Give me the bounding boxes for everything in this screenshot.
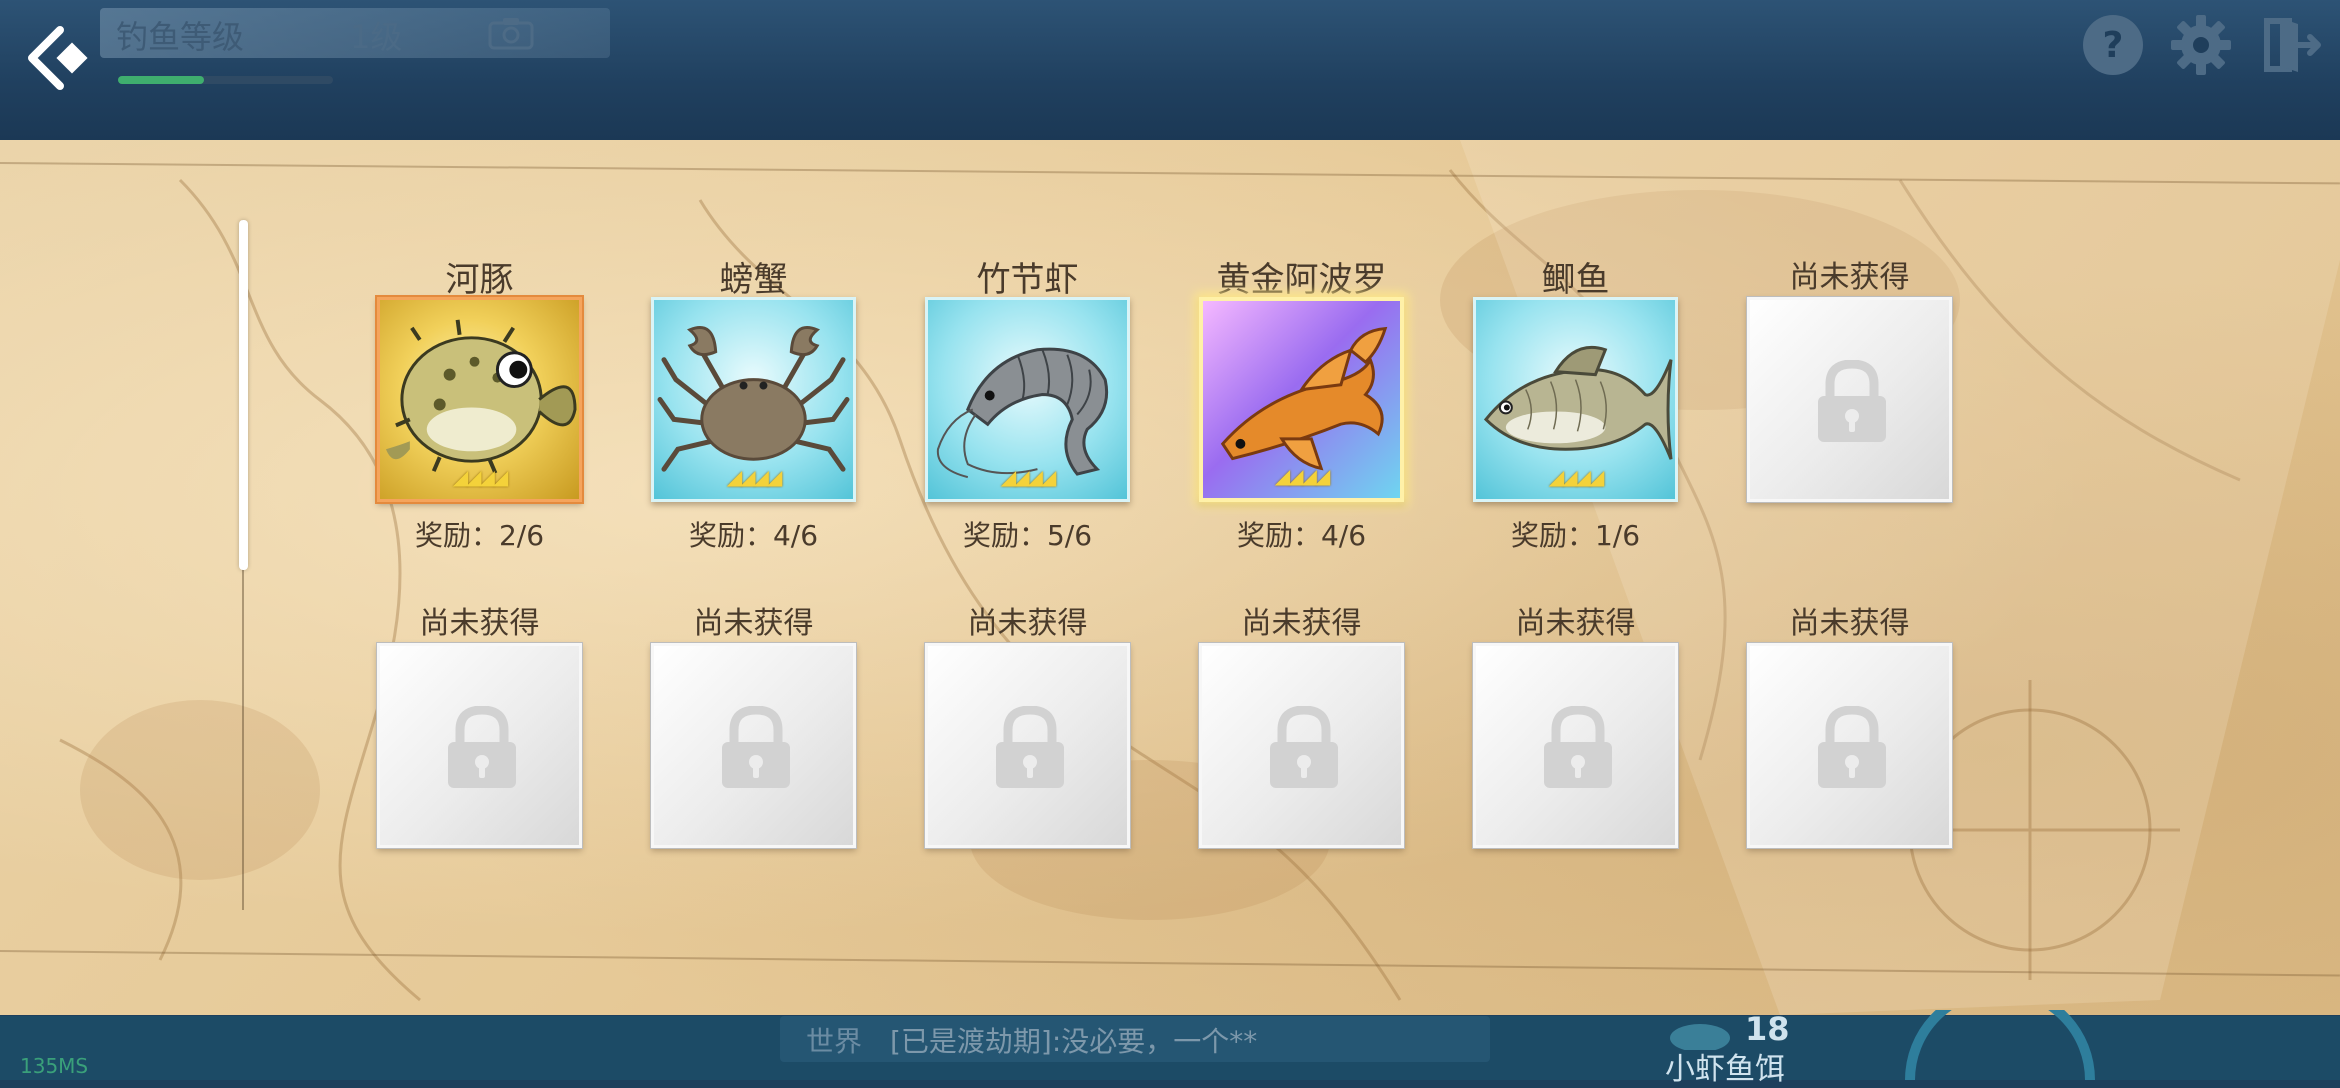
fishing-level-label: 钓鱼等级 xyxy=(116,18,245,56)
exit-icon[interactable] xyxy=(2258,12,2324,78)
scrollbar-thumb[interactable] xyxy=(239,220,248,570)
fish-name: 尚未获得 xyxy=(693,606,814,641)
fish-name: 河豚 xyxy=(445,260,514,300)
reward-progress: 奖励：4/6 xyxy=(688,519,819,552)
rarity-stars: ◢◢◢◢ xyxy=(1274,464,1331,488)
reward-progress: 奖励：2/6 xyxy=(414,519,545,552)
fish-portrait[interactable]: ◢◢◢◢ xyxy=(1473,297,1678,502)
bait-name[interactable]: 小虾鱼饵 xyxy=(1665,1044,1785,1088)
locked-slot[interactable] xyxy=(651,643,856,848)
fish-portrait[interactable]: ◢◢◢◢ xyxy=(651,297,856,502)
fish-name: 尚未获得 xyxy=(1789,260,1910,295)
reward-progress: 奖励：5/6 xyxy=(962,519,1093,552)
rarity-stars: ◢◢◢◢ xyxy=(726,465,783,489)
lock-icon xyxy=(1818,360,1886,442)
lock-icon xyxy=(1544,706,1612,788)
rarity-stars: ◢◢◢◢ xyxy=(1548,465,1605,489)
lock-icon xyxy=(1270,706,1338,788)
chat-channel-label: 世界 xyxy=(806,1025,863,1058)
fish-name: 竹节虾 xyxy=(976,260,1079,300)
fish-portrait[interactable]: ◢◢◢◢ xyxy=(1199,297,1404,502)
fish-name: 尚未获得 xyxy=(1515,606,1636,641)
fish-name: 尚未获得 xyxy=(1789,606,1910,641)
chat-message: [已是渡劫期]:没必要，一个** xyxy=(890,1025,1258,1058)
back-diamond-arrow-icon[interactable] xyxy=(22,18,102,98)
fish-name: 尚未获得 xyxy=(1241,606,1362,641)
help-icon[interactable]: ? xyxy=(2080,12,2146,78)
fish-name: 尚未获得 xyxy=(419,606,540,641)
locked-slot[interactable] xyxy=(1747,297,1952,502)
locked-slot[interactable] xyxy=(1473,643,1678,848)
lock-icon xyxy=(448,706,516,788)
locked-slot[interactable] xyxy=(1199,643,1404,848)
locked-slot[interactable] xyxy=(377,643,582,848)
fish-portrait[interactable]: ◢◢◢◢ xyxy=(925,297,1130,502)
bait-count: 18 xyxy=(1745,1010,1790,1048)
svg-text:?: ? xyxy=(2103,25,2124,66)
rarity-stars: ◢◢◢◢ xyxy=(1000,465,1057,489)
fishing-level-value: 1级 xyxy=(350,18,403,56)
fish-name: 鲫鱼 xyxy=(1541,260,1610,300)
locked-slot[interactable] xyxy=(925,643,1130,848)
fish-portrait[interactable]: ◢◢◢◢ xyxy=(377,297,582,502)
lock-icon xyxy=(1818,706,1886,788)
reward-progress: 奖励：4/6 xyxy=(1236,519,1367,552)
fish-name: 尚未获得 xyxy=(967,606,1088,641)
lock-icon xyxy=(722,706,790,788)
gear-icon[interactable] xyxy=(2168,12,2234,78)
ping-indicator: 135MS xyxy=(20,1054,89,1078)
camera-icon[interactable] xyxy=(488,16,534,50)
locked-slot[interactable] xyxy=(1747,643,1952,848)
top-bar: 钓鱼等级 1级 xyxy=(0,0,2340,140)
level-progress-bar xyxy=(118,76,333,84)
lock-icon xyxy=(996,706,1064,788)
fish-name: 黄金阿波罗 xyxy=(1216,260,1387,300)
level-progress-fill xyxy=(118,76,204,84)
fish-name: 螃蟹 xyxy=(719,260,788,300)
rarity-stars: ◢◢◢◢ xyxy=(452,465,509,489)
cast-button-ring[interactable] xyxy=(1900,1010,2100,1080)
reward-progress: 奖励：1/6 xyxy=(1510,519,1641,552)
